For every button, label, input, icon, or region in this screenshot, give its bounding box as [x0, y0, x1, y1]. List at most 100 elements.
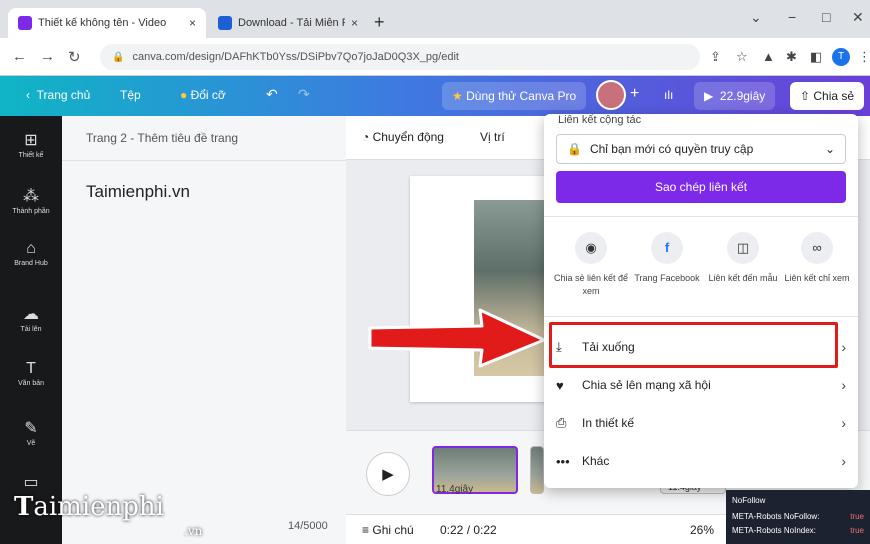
facebook-page-option[interactable]: f Trang Facebook	[628, 232, 706, 285]
resize-button[interactable]: ● Đổi cỡ	[180, 88, 226, 102]
view-only-link-option[interactable]: ∞ Liên kết chỉ xem	[778, 232, 856, 285]
more-icon: •••	[556, 453, 570, 469]
browser-menu-icon[interactable]: ⋮	[858, 49, 870, 65]
rail-item-elements[interactable]: ⁂ Thành phần	[0, 186, 62, 215]
notes-button[interactable]: ≡ Ghi chú	[362, 523, 414, 537]
seo-row-label: META-Robots NoIndex:	[732, 526, 816, 535]
bookmark-star-icon[interactable]: ☆	[736, 49, 748, 65]
drive-extension-icon[interactable]: ▲	[762, 49, 775, 64]
play-button[interactable]: ▶	[366, 452, 410, 496]
upload-icon: ☁	[23, 306, 39, 323]
tab-close-icon[interactable]: ×	[189, 16, 196, 30]
back-arrow-icon[interactable]: ←	[12, 48, 27, 65]
tab-canva[interactable]: Thiết kế không tên - Video ×	[8, 8, 206, 38]
browser-tab-bar: Thiết kế không tên - Video × Download - …	[0, 0, 870, 38]
duration-label: 22.9giây	[719, 89, 766, 103]
view-only-link-icon: ∞	[801, 232, 833, 264]
share-page-icon[interactable]: ⇪	[710, 49, 721, 65]
tab-search-icon[interactable]: ⌄	[750, 9, 762, 26]
draw-icon: ✎	[24, 420, 38, 437]
resize-label: Đổi cỡ	[190, 88, 226, 102]
tab-download[interactable]: Download - Tải Miễn Phí VN - Ph ×	[208, 8, 368, 38]
notes-icon: ≡	[362, 523, 370, 537]
option-label: Liên kết đến mẫu	[708, 273, 778, 283]
url-input[interactable]: 🔒 canva.com/design/DAFhKTb0Yss/DSiPbv7Qo…	[100, 44, 700, 70]
rail-item-uploads[interactable]: ☁ Tải lên	[0, 304, 62, 333]
profile-avatar[interactable]: T	[832, 48, 850, 66]
share-view-link-option[interactable]: ◉ Chia sẻ liên kết để xem	[552, 232, 630, 298]
rail-item-folder[interactable]: ▭	[0, 472, 62, 492]
template-link-option[interactable]: ◫ Liên kết đến mẫu	[704, 232, 782, 285]
redo-icon[interactable]: ↷	[298, 86, 310, 103]
option-label: Liên kết chỉ xem	[784, 273, 850, 283]
canva-favicon-icon	[18, 16, 32, 30]
chevron-down-icon: ⌄	[824, 142, 835, 156]
share-button[interactable]: ⇧ Chia sẻ	[790, 82, 864, 110]
sidebar-toggle-icon[interactable]: ◧	[810, 49, 822, 65]
crown-icon: ●	[180, 88, 188, 102]
tab-close-icon[interactable]: ×	[351, 16, 358, 30]
copy-link-button[interactable]: Sao chép liên kết	[556, 171, 846, 203]
template-link-icon: ◫	[727, 232, 759, 264]
lock-icon: 🔒	[112, 51, 125, 63]
maximize-button[interactable]: □	[822, 9, 830, 25]
present-button[interactable]: ▶ 22.9giây	[694, 82, 776, 110]
extensions-puzzle-icon[interactable]: ✱	[786, 49, 797, 65]
chevron-right-icon: ›	[841, 339, 846, 355]
rail-label: Thành phần	[12, 208, 50, 215]
watermark-letter: T	[14, 492, 34, 522]
rail-label: Thiết kế	[18, 152, 44, 159]
watermark-suffix: .vn	[184, 524, 203, 538]
left-rail: ⊞ Thiết kế ⁂ Thành phần ⌂ Brand Hub ☁ Tả…	[0, 116, 62, 544]
share-dropdown: Liên kết cộng tác 🔒 Chỉ bạn mới có quyền…	[544, 114, 858, 488]
try-pro-label: Dùng thử Canva Pro	[466, 89, 577, 103]
seo-title: NoFollow	[732, 496, 766, 505]
seo-overlay: NoFollow META-Robots NoFollow: true META…	[726, 490, 870, 544]
more-row[interactable]: ••• Khác ›	[556, 446, 846, 476]
undo-icon[interactable]: ↶	[266, 86, 278, 103]
page-title[interactable]: Trang 2 - Thêm tiêu đề trang	[86, 131, 238, 145]
file-menu[interactable]: Tệp	[120, 88, 141, 102]
minimize-button[interactable]: −	[788, 9, 796, 25]
panel-divider	[62, 160, 346, 161]
timeline-clip[interactable]	[530, 446, 544, 494]
add-collaborator-button[interactable]: +	[630, 85, 639, 103]
clip-duration: 11.4giây	[436, 484, 474, 495]
play-icon: ▶	[382, 466, 394, 483]
social-share-row[interactable]: ♥ Chia sẻ lên mạng xã hội ›	[556, 370, 846, 400]
page-notes-panel	[62, 116, 346, 544]
collaboration-link-heading: Liên kết cộng tác	[558, 114, 642, 126]
try-canva-pro-button[interactable]: ★ Dùng thử Canva Pro	[442, 82, 587, 110]
animate-button[interactable]: ◔ Chuyển động	[362, 130, 444, 144]
close-window-button[interactable]: ✕	[852, 9, 864, 26]
zoom-level[interactable]: 26%	[690, 523, 714, 537]
new-tab-button[interactable]: +	[374, 12, 385, 33]
watermark-logo: Taimienphi	[14, 492, 164, 522]
download-highlight-box	[549, 322, 838, 368]
chevron-right-icon: ›	[841, 377, 846, 393]
page-body-text[interactable]: Taimienphi.vn	[86, 182, 190, 202]
rail-item-text[interactable]: T Văn bản	[0, 360, 62, 387]
canva-header: ‹ Trang chủ Tệp ● Đổi cỡ ↶ ↷ ★ Dùng thử …	[0, 76, 870, 116]
user-avatar[interactable]	[596, 80, 626, 110]
rail-label: Vẽ	[26, 440, 36, 447]
print-icon: ⎙	[556, 415, 567, 430]
animate-icon: ◔	[362, 130, 370, 144]
taimienphi-favicon-icon	[218, 16, 232, 30]
animate-label: Chuyển động	[372, 130, 444, 144]
access-select[interactable]: 🔒 Chỉ bạn mới có quyền truy cập ⌄	[556, 134, 846, 164]
insights-icon[interactable]: ılı	[664, 88, 673, 102]
reload-icon[interactable]: ↻	[68, 48, 81, 66]
elements-icon: ⁂	[23, 188, 39, 205]
rail-label: Brand Hub	[14, 260, 48, 267]
rail-item-brand-hub[interactable]: ⌂ Brand Hub	[0, 240, 62, 267]
rail-item-draw[interactable]: ✎ Vẽ	[0, 418, 62, 447]
position-button[interactable]: Vị trí	[480, 130, 505, 144]
print-row[interactable]: ⎙ In thiết kế ›	[556, 408, 846, 438]
row-label: Chia sẻ lên mạng xã hội	[582, 378, 711, 392]
home-link[interactable]: ‹ Trang chủ	[26, 88, 90, 102]
watermark-text: aimienphi	[33, 492, 164, 522]
forward-arrow-icon[interactable]: →	[40, 48, 55, 65]
rail-item-design[interactable]: ⊞ Thiết kế	[0, 130, 62, 159]
address-bar-row: ← → ↻ 🔒 canva.com/design/DAFhKTb0Yss/DSi…	[0, 38, 870, 76]
